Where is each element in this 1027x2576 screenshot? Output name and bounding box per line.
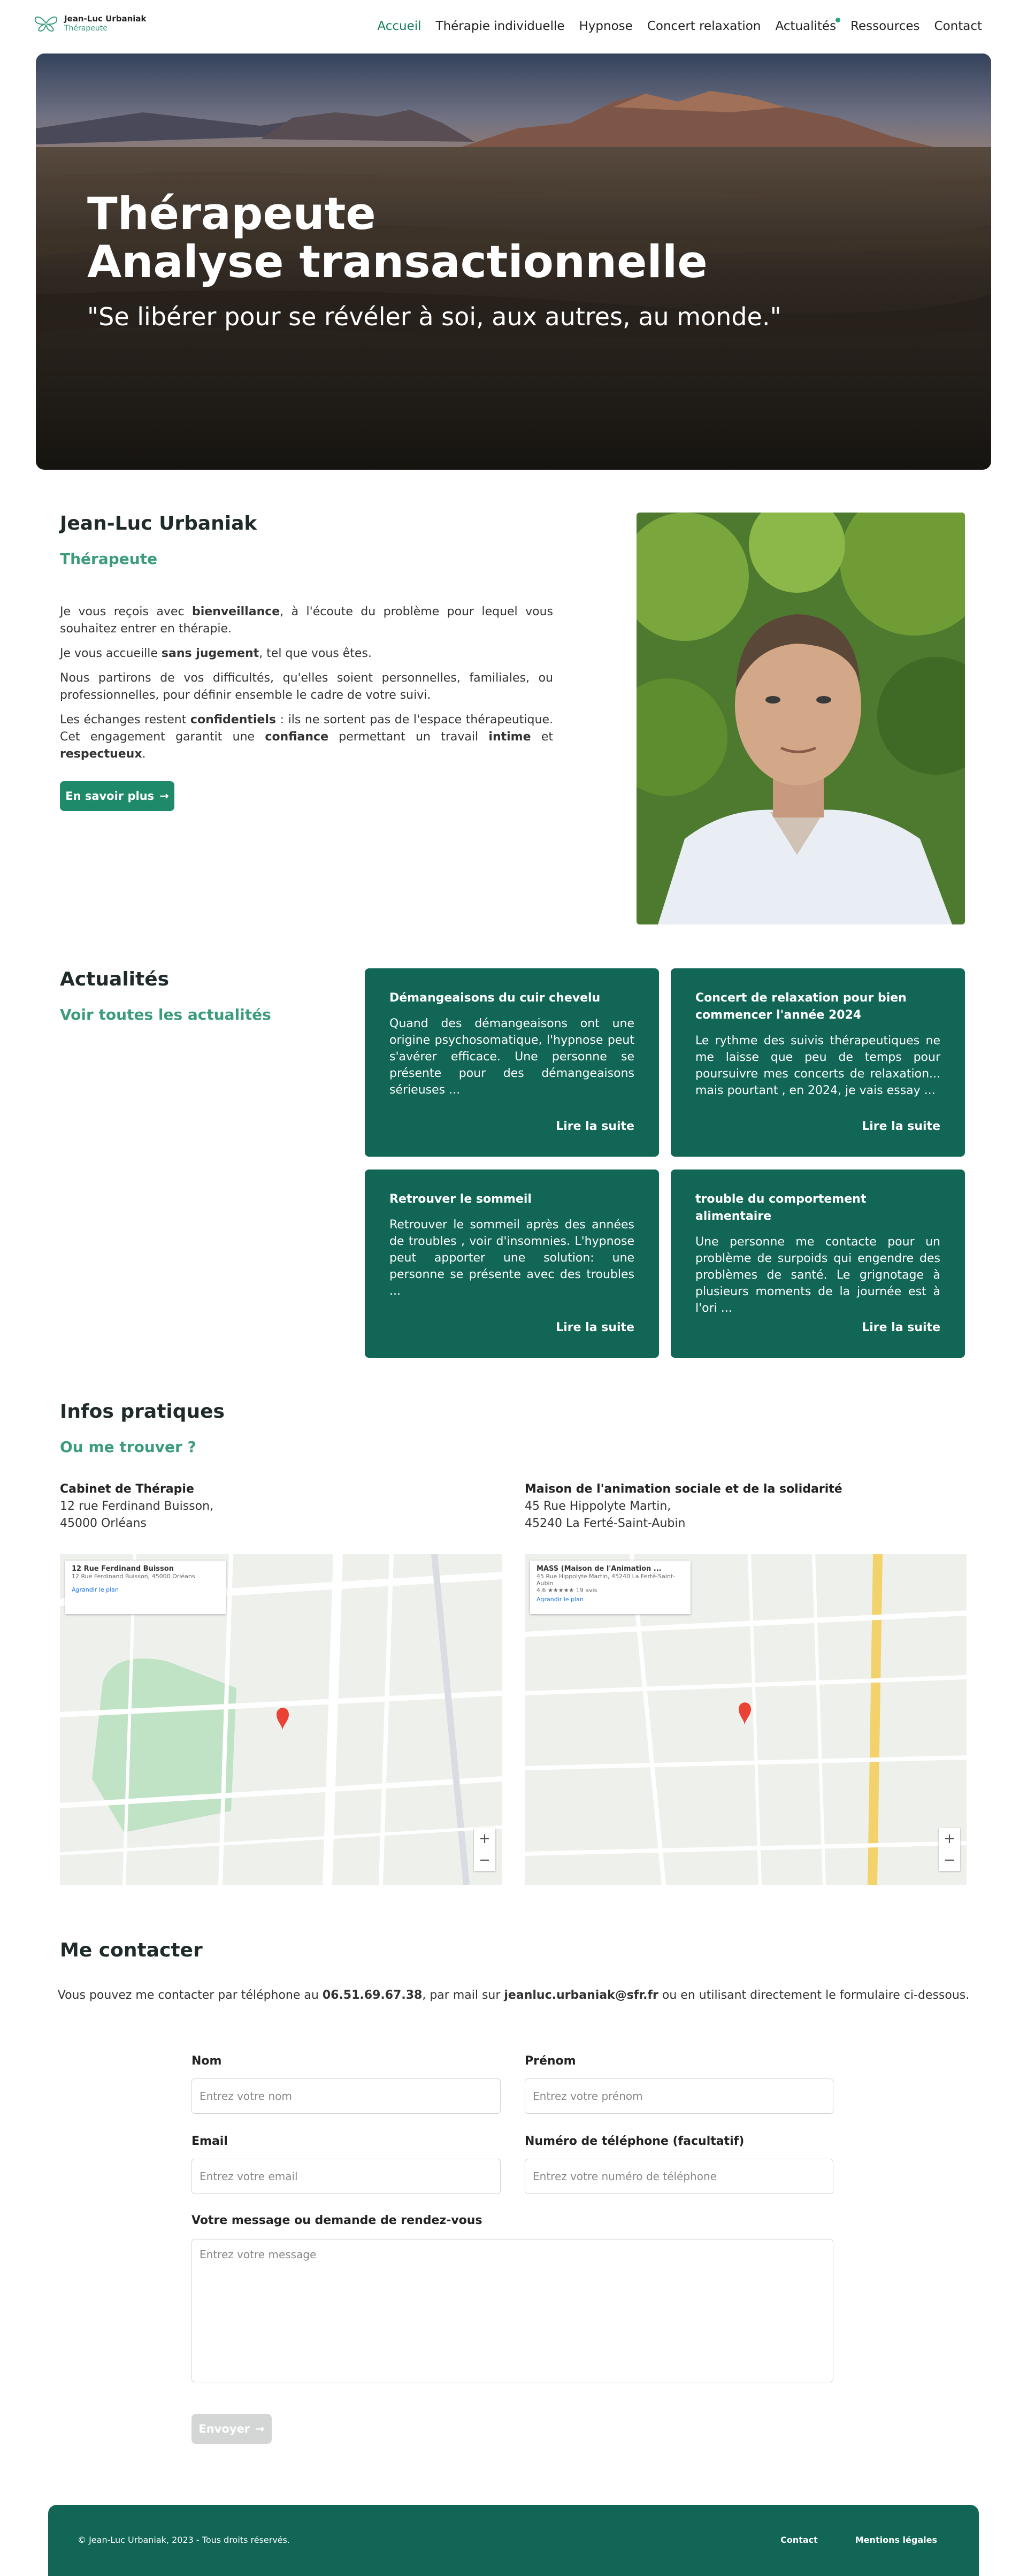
nom-field[interactable] (191, 2078, 501, 2114)
therapist-portrait (637, 513, 965, 924)
news-card-title: Démangeaisons du cuir chevelu (389, 991, 601, 1005)
news-card[interactable]: trouble du comportement alimentaire Une … (671, 1169, 965, 1358)
site-footer: © Jean-Luc Urbaniak, 2023 - Tous droits … (48, 2505, 979, 2576)
arrow-right-icon: → (159, 790, 169, 802)
send-button[interactable]: Envoyer → (191, 2414, 272, 2444)
email-label: Email (191, 2135, 228, 2148)
location-city: 45000 Orléans (60, 1517, 147, 1530)
hero-title-line1: Thérapeute (87, 188, 376, 240)
about-name: Jean-Luc Urbaniak (60, 513, 257, 534)
footer-contact-link[interactable]: Contact (780, 2535, 818, 2545)
nav-contact[interactable]: Contact (934, 19, 982, 33)
phone-label: Numéro de téléphone (facultatif) (525, 2135, 745, 2148)
prenom-label: Prénom (525, 2054, 576, 2068)
zoom-out-icon[interactable]: − (474, 1849, 495, 1871)
learn-more-button[interactable]: En savoir plus → (60, 781, 174, 811)
read-more-link[interactable]: Lire la suite (556, 1120, 634, 1133)
portrait-photo (637, 513, 965, 924)
footer-legal-link[interactable]: Mentions légales (855, 2535, 937, 2545)
contact-title: Me contacter (60, 1939, 203, 1961)
brand-name: Jean-Luc Urbaniak (64, 14, 147, 24)
enlarge-map-link[interactable]: Agrandir le plan (72, 1586, 219, 1593)
map-place-address: 45 Rue Hippolyte Martin, 45240 La Ferté-… (537, 1573, 676, 1587)
view-all-news-link[interactable]: Voir toutes les actualités (60, 1006, 271, 1023)
hero-title: Thérapeute Analyse transactionnelle (87, 190, 708, 286)
about-paragraph-2: Je vous accueille sans jugement, tel que… (60, 647, 372, 660)
brand-subtitle: Thérapeute (64, 24, 108, 33)
about-text: Je vous reçois avec bienveillance, à l'é… (60, 603, 553, 770)
new-badge-dot (836, 18, 841, 22)
news-title: Actualités (60, 968, 170, 990)
contact-intro: Vous pouvez me contacter par téléphone a… (57, 1989, 970, 2002)
zoom-in-icon[interactable]: + (474, 1828, 495, 1849)
nav-hypnose[interactable]: Hypnose (579, 19, 633, 33)
hero-banner: Thérapeute Analyse transactionnelle "Se … (36, 53, 991, 470)
main-nav: Accueil Thérapie individuelle Hypnose Co… (377, 18, 982, 33)
map-ferte[interactable]: MASS (Maison de l'Animation ... 45 Rue H… (525, 1554, 967, 1885)
phone-field[interactable] (525, 2159, 833, 2194)
read-more-link[interactable]: Lire la suite (862, 1321, 940, 1334)
map-place-rating: 4,6 ★★★★★ 19 avis (537, 1587, 597, 1594)
prenom-field[interactable] (525, 2078, 833, 2114)
nav-concert-relaxation[interactable]: Concert relaxation (647, 19, 761, 33)
site-header: Jean-Luc Urbaniak Thérapeute Accueil Thé… (0, 0, 1027, 53)
nav-actualites-label: Actualités (775, 19, 837, 33)
map-place-title: 12 Rue Ferdinand Buisson (72, 1565, 174, 1573)
nav-ressources[interactable]: Ressources (850, 19, 919, 33)
location-city: 45240 La Ferté-Saint-Aubin (525, 1517, 686, 1530)
location-street: 12 rue Ferdinand Buisson, (60, 1500, 214, 1513)
zoom-out-icon[interactable]: − (939, 1849, 960, 1871)
news-card-title: Retrouver le sommeil (389, 1193, 532, 1206)
site-logo[interactable]: Jean-Luc Urbaniak Thérapeute (32, 14, 147, 33)
zoom-in-icon[interactable]: + (939, 1828, 960, 1849)
news-card[interactable]: Retrouver le sommeil Retrouver le sommei… (365, 1169, 659, 1358)
news-card-title: Concert de relaxation pour bien commence… (695, 991, 907, 1022)
arrow-right-icon: → (255, 2422, 265, 2435)
map-info-card: 12 Rue Ferdinand Buisson 12 Rue Ferdinan… (65, 1561, 226, 1614)
news-card-title: trouble du comportement alimentaire (695, 1193, 867, 1223)
about-paragraph-3: Nous partirons de vos difficultés, qu'el… (60, 671, 553, 702)
about-role: Thérapeute (60, 550, 158, 568)
news-card[interactable]: Démangeaisons du cuir chevelu Quand des … (365, 968, 659, 1157)
about-paragraph-4: Les échanges restent confidentiels : ils… (60, 713, 553, 761)
infos-subtitle: Ou me trouver ? (60, 1438, 196, 1456)
location-street: 45 Rue Hippolyte Martin, (525, 1500, 671, 1513)
map-zoom-controls[interactable]: + − (474, 1828, 495, 1871)
nav-accueil[interactable]: Accueil (377, 19, 421, 33)
enlarge-map-link[interactable]: Agrandir le plan (537, 1596, 684, 1603)
map-info-card: MASS (Maison de l'Animation ... 45 Rue H… (530, 1561, 691, 1614)
address-orleans: Cabinet de Thérapie 12 rue Ferdinand Bui… (60, 1481, 213, 1532)
map-zoom-controls[interactable]: + − (939, 1828, 960, 1871)
butterfly-icon (34, 16, 58, 32)
send-label: Envoyer (198, 2422, 250, 2435)
learn-more-label: En savoir plus (65, 790, 155, 802)
address-ferte: Maison de l'animation sociale et de la s… (525, 1481, 842, 1532)
nom-label: Nom (191, 2054, 222, 2068)
news-card-text: Retrouver le sommeil après des années de… (389, 1218, 634, 1298)
nav-therapie-individuelle[interactable]: Thérapie individuelle (436, 19, 565, 33)
contact-phone[interactable]: 06.51.69.67.38 (323, 1989, 423, 2002)
footer-copyright: © Jean-Luc Urbaniak, 2023 - Tous droits … (78, 2535, 290, 2545)
read-more-link[interactable]: Lire la suite (862, 1120, 940, 1133)
map-place-address: 12 Rue Ferdinand Buisson, 45000 Orléans (72, 1573, 195, 1580)
news-card-text: Le rythme des suivis thérapeutiques ne m… (695, 1034, 940, 1097)
message-label: Votre message ou demande de rendez-vous (191, 2214, 482, 2227)
hero-title-line2: Analyse transactionnelle (87, 236, 708, 288)
contact-email[interactable]: jeanluc.urbaniak@sfr.fr (504, 1989, 658, 2002)
nav-actualites[interactable]: Actualités (775, 18, 841, 33)
location-name: Cabinet de Thérapie (60, 1482, 194, 1496)
read-more-link[interactable]: Lire la suite (556, 1321, 634, 1334)
about-paragraph-1: Je vous reçois avec bienveillance, à l'é… (60, 605, 553, 636)
message-field[interactable] (191, 2239, 833, 2382)
infos-title: Infos pratiques (60, 1401, 225, 1423)
hero-quote: "Se libérer pour se révéler à soi, aux a… (87, 302, 781, 331)
email-field[interactable] (191, 2159, 501, 2194)
map-orleans[interactable]: 12 Rue Ferdinand Buisson 12 Rue Ferdinan… (60, 1554, 502, 1885)
news-card-text: Une personne me contacte pour un problèm… (695, 1235, 940, 1315)
news-card-text: Quand des démangeaisons ont une origine … (389, 1017, 634, 1097)
location-name: Maison de l'animation sociale et de la s… (525, 1482, 842, 1496)
news-card[interactable]: Concert de relaxation pour bien commence… (671, 968, 965, 1157)
map-place-title: MASS (Maison de l'Animation ... (537, 1565, 662, 1573)
